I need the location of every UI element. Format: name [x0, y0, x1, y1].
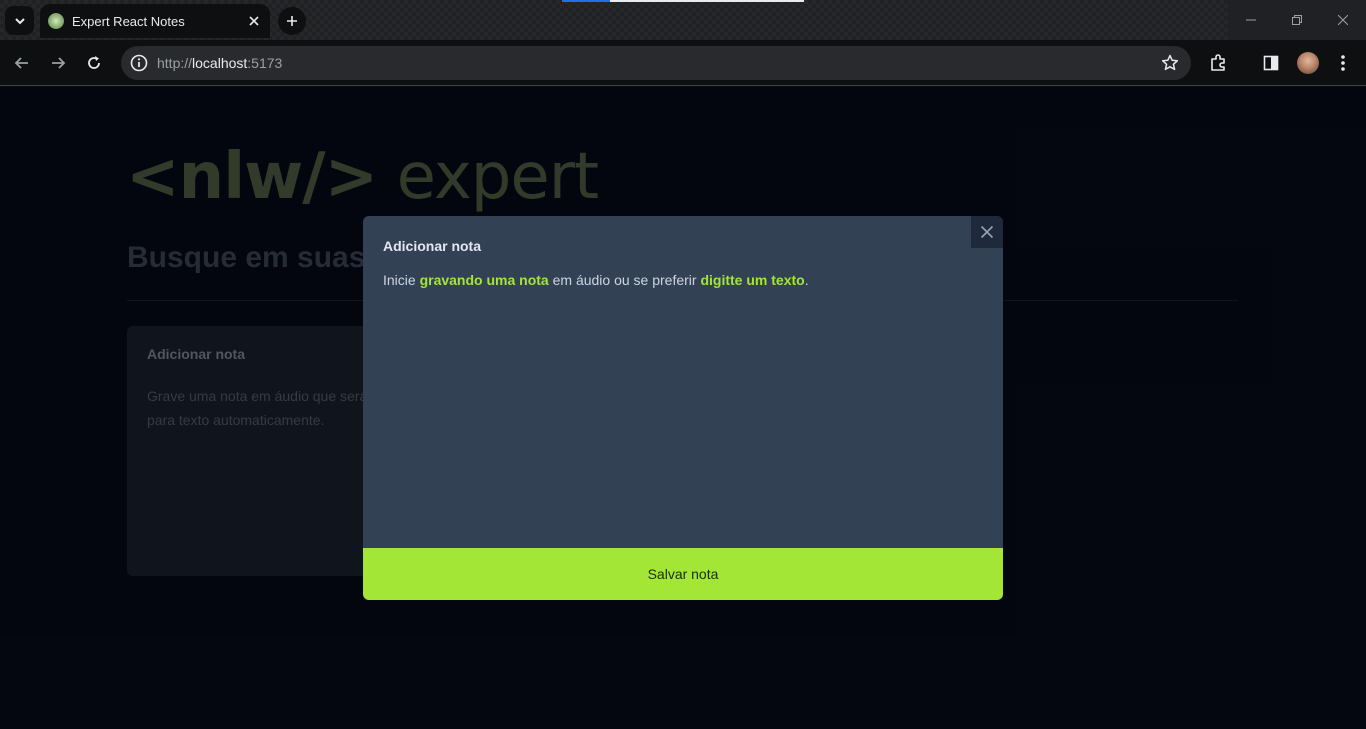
- arrow-right-icon: [52, 57, 66, 69]
- tab-close-button[interactable]: [246, 13, 262, 29]
- page-content: <nlw/> expert Busque em suas notas... Ad…: [0, 87, 1366, 729]
- side-panel-icon[interactable]: [1260, 52, 1282, 74]
- minimize-button[interactable]: [1228, 0, 1274, 40]
- close-window-button[interactable]: [1320, 0, 1366, 40]
- restore-icon: [1292, 15, 1302, 25]
- start-recording-link[interactable]: gravando uma nota: [420, 272, 549, 288]
- close-icon: [249, 16, 259, 26]
- tab-title: Expert React Notes: [72, 13, 185, 29]
- minimize-icon: [1246, 19, 1256, 21]
- plus-icon: [287, 16, 297, 26]
- favicon-icon: [48, 13, 64, 29]
- browser-toolbar: http://localhost:5173: [0, 40, 1366, 86]
- site-info-icon[interactable]: [129, 53, 149, 73]
- browser-tab-active[interactable]: Expert React Notes: [40, 4, 270, 38]
- url-text: http://localhost:5173: [157, 55, 283, 71]
- extensions-icon[interactable]: [1207, 52, 1229, 74]
- forward-button[interactable]: [45, 50, 71, 76]
- add-note-dialog: Adicionar nota Inicie gravando uma nota …: [363, 216, 1003, 600]
- more-menu-icon[interactable]: [1332, 52, 1354, 74]
- type-text-link[interactable]: digitte um texto: [700, 272, 804, 288]
- new-tab-button[interactable]: [278, 7, 306, 35]
- reload-button[interactable]: [81, 50, 107, 76]
- dialog-close-button[interactable]: [971, 216, 1003, 248]
- loading-indicator: [562, 0, 804, 2]
- close-icon: [980, 225, 994, 239]
- address-bar[interactable]: http://localhost:5173: [121, 46, 1191, 80]
- save-note-button[interactable]: Salvar nota: [363, 548, 1003, 600]
- tab-search-button[interactable]: [5, 6, 34, 35]
- dialog-instructions: Inicie gravando uma nota em áudio ou se …: [383, 272, 809, 288]
- chevron-down-icon: [14, 17, 25, 24]
- browser-titlebar: Expert React Notes: [0, 0, 1366, 40]
- window-controls: [1228, 0, 1366, 40]
- reload-icon: [88, 56, 100, 69]
- profile-avatar[interactable]: [1297, 52, 1319, 74]
- arrow-left-icon: [14, 57, 28, 69]
- back-button[interactable]: [9, 50, 35, 76]
- dialog-title: Adicionar nota: [383, 238, 482, 254]
- close-icon: [1338, 15, 1348, 25]
- bookmark-star-icon[interactable]: [1161, 54, 1179, 72]
- restore-button[interactable]: [1274, 0, 1320, 40]
